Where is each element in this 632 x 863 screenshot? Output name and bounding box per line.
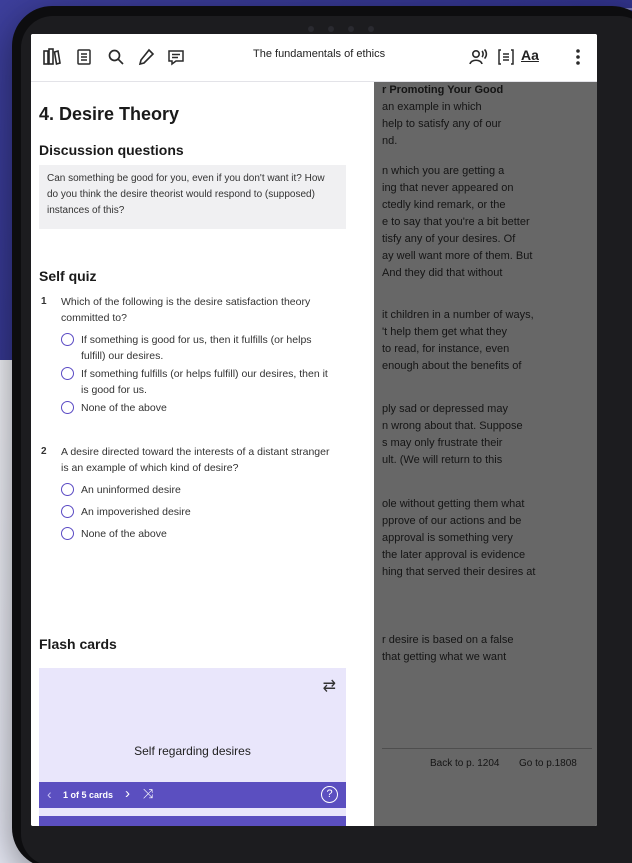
listen-icon[interactable] (467, 46, 489, 68)
quiz-option-label: An impoverished desire (81, 506, 191, 518)
search-icon[interactable] (105, 46, 127, 68)
discussion-question: Can something be good for you, even if y… (39, 165, 346, 229)
reader-view-icon[interactable] (495, 46, 517, 68)
question-number: 1 (41, 296, 47, 307)
quiz-option[interactable]: An uninformed desire (61, 482, 331, 498)
font-settings-button[interactable]: Aa (521, 47, 539, 63)
card-counter: 1 of 5 cards (63, 790, 114, 800)
highlight-icon[interactable] (135, 46, 157, 68)
quiz-option-label: If something fulfills (or helps fulfill)… (81, 368, 328, 396)
quiz-option-label: If something is good for us, then it ful… (81, 334, 312, 362)
radio-icon[interactable] (61, 527, 74, 540)
next-card-icon[interactable]: › (125, 785, 130, 802)
more-icon[interactable] (567, 46, 589, 68)
question-text: Which of the following is the desire sat… (61, 296, 311, 324)
page-dim-overlay[interactable] (374, 82, 597, 826)
flash-card-controls (39, 816, 346, 826)
book-title: The fundamentals of ethics (253, 48, 386, 60)
contents-icon[interactable] (73, 46, 95, 68)
radio-icon[interactable] (61, 333, 74, 346)
radio-icon[interactable] (61, 505, 74, 518)
quiz-option[interactable]: If something is good for us, then it ful… (61, 332, 331, 364)
flash-cards-heading: Flash cards (39, 636, 117, 652)
quiz-option-label: None of the above (81, 402, 167, 414)
radio-icon[interactable] (61, 367, 74, 380)
shuffle-icon[interactable]: ⤨ (143, 786, 153, 802)
library-icon[interactable] (41, 46, 63, 68)
discussion-heading: Discussion questions (39, 142, 184, 158)
flash-card-text: Self regarding desires (134, 744, 251, 758)
quiz-option[interactable]: If something fulfills (or helps fulfill)… (61, 366, 331, 398)
reader-toolbar: The fundamentals of ethics Aa (31, 34, 597, 82)
chapter-title: 4. Desire Theory (39, 104, 180, 124)
quiz-option[interactable]: An impoverished desire (61, 504, 331, 520)
question-number: 2 (41, 446, 47, 457)
reader-screen: r Promoting Your Goodan example in which… (31, 34, 597, 826)
flash-card-nav-bar: ‹ 1 of 5 cards › ⤨ ? (39, 782, 346, 808)
flip-card-icon[interactable]: ⇄ (323, 676, 336, 696)
self-quiz-heading: Self quiz (39, 268, 97, 284)
help-icon[interactable]: ? (321, 786, 338, 803)
radio-icon[interactable] (61, 483, 74, 496)
quiz-option-label: An uninformed desire (81, 484, 181, 496)
notes-icon[interactable] (165, 46, 187, 68)
quiz-option[interactable]: None of the above (61, 526, 331, 542)
previous-card-icon[interactable]: ‹ (47, 786, 52, 802)
camera-sensors (296, 26, 386, 34)
question-text: A desire directed toward the interests o… (61, 446, 330, 474)
quiz-option[interactable]: None of the above (61, 400, 331, 416)
quiz-option-label: None of the above (81, 528, 167, 540)
radio-icon[interactable] (61, 401, 74, 414)
